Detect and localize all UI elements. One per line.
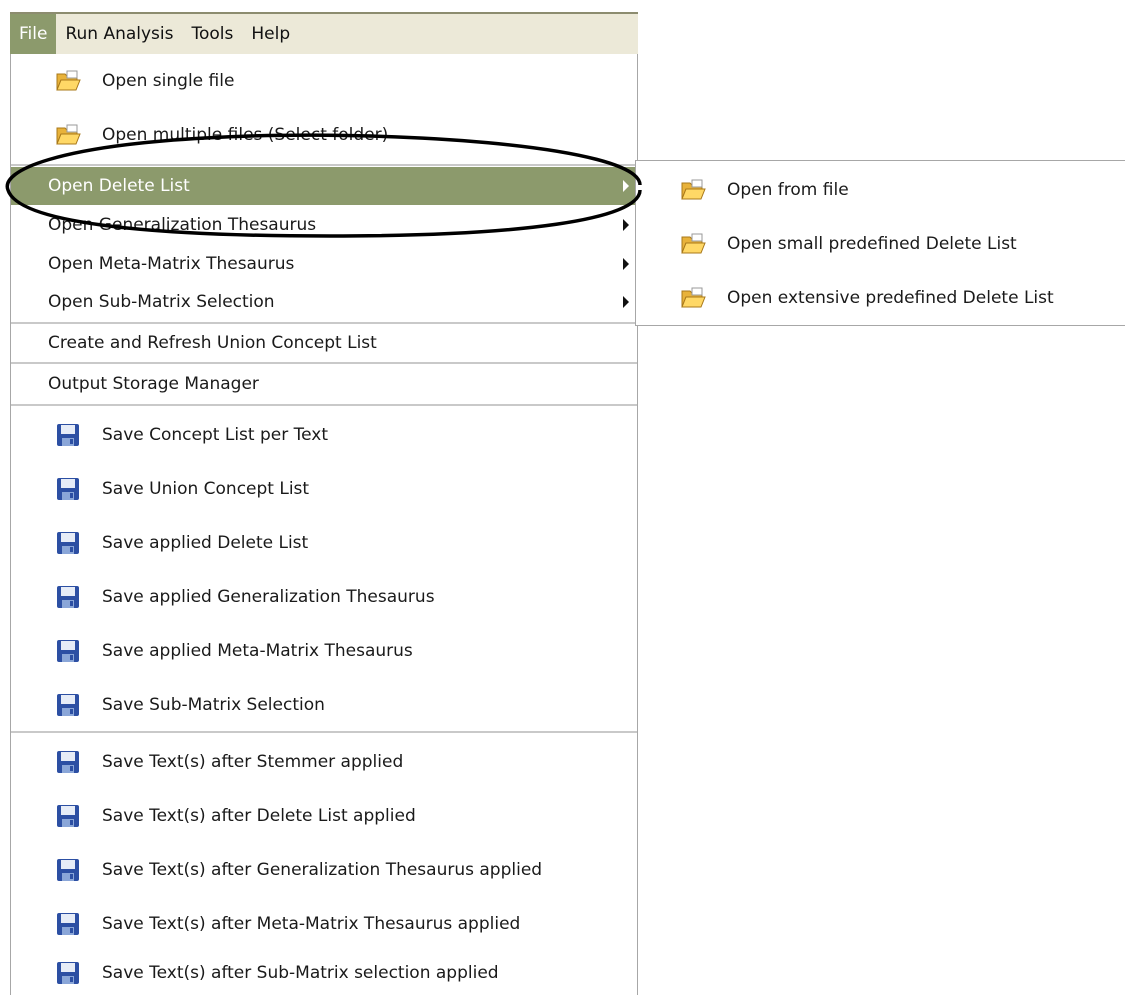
menu-separator (11, 404, 637, 406)
floppy-disk-icon (55, 692, 81, 718)
menu-item-label: Save Text(s) after Meta-Matrix Thesaurus… (102, 914, 521, 934)
open-delete-list-item[interactable]: Open Delete List (11, 167, 637, 205)
folder-open-icon (680, 231, 706, 257)
menu-item-label: Open Sub-Matrix Selection (48, 292, 275, 312)
folder-open-icon (55, 68, 81, 94)
create-union-concept-list-item[interactable]: Create and Refresh Union Concept List (11, 324, 637, 362)
floppy-disk-icon (55, 638, 81, 664)
menu-help[interactable]: Help (242, 14, 299, 54)
floppy-disk-icon (55, 911, 81, 937)
save-text-after-meta-matrix-item[interactable]: Save Text(s) after Meta-Matrix Thesaurus… (11, 897, 637, 951)
menu-item-label: Save applied Delete List (102, 533, 309, 553)
menu-item-label: Save applied Generalization Thesaurus (102, 587, 435, 607)
save-applied-generalization-thesaurus-item[interactable]: Save applied Generalization Thesaurus (11, 570, 637, 624)
menu-item-label: Open multiple files (Select folder) (102, 125, 389, 145)
menu-item-label: Save Text(s) after Delete List applied (102, 806, 416, 826)
menu-item-label: Open small predefined Delete List (727, 234, 1017, 254)
save-union-concept-list-item[interactable]: Save Union Concept List (11, 462, 637, 516)
menu-item-label: Save Text(s) after Stemmer applied (102, 752, 404, 772)
menu-file[interactable]: File (10, 14, 57, 54)
menu-tools[interactable]: Tools (183, 14, 243, 54)
menu-item-label: Save Union Concept List (102, 479, 310, 499)
save-concept-list-per-text-item[interactable]: Save Concept List per Text (11, 408, 637, 462)
floppy-disk-icon (55, 803, 81, 829)
menu-separator (11, 164, 637, 166)
submenu-arrow-icon (623, 180, 629, 192)
open-from-file-item[interactable]: Open from file (636, 163, 1125, 217)
open-sub-matrix-selection-item[interactable]: Open Sub-Matrix Selection (11, 283, 637, 321)
menu-item-label: Open Generalization Thesaurus (48, 215, 317, 235)
open-multiple-files-item[interactable]: Open multiple files (Select folder) (11, 108, 637, 162)
submenu-arrow-icon (623, 219, 629, 231)
save-text-after-generalization-item[interactable]: Save Text(s) after Generalization Thesau… (11, 843, 637, 897)
file-menu-dropdown: Open single file Open multiple files (Se… (10, 54, 638, 995)
menu-separator (11, 731, 637, 733)
floppy-disk-icon (55, 530, 81, 556)
menu-item-label: Save applied Meta-Matrix Thesaurus (102, 641, 413, 661)
menu-item-label: Save Sub-Matrix Selection (102, 695, 325, 715)
floppy-disk-icon (55, 960, 81, 986)
folder-open-icon (680, 285, 706, 311)
menu-item-label: Open Meta-Matrix Thesaurus (48, 254, 295, 274)
menu-item-label: Open Delete List (48, 176, 190, 196)
save-text-after-stemmer-item[interactable]: Save Text(s) after Stemmer applied (11, 735, 637, 789)
menu-item-label: Save Text(s) after Generalization Thesau… (102, 860, 543, 880)
floppy-disk-icon (55, 584, 81, 610)
floppy-disk-icon (55, 476, 81, 502)
save-text-after-sub-matrix-item[interactable]: Save Text(s) after Sub-Matrix selection … (11, 951, 637, 995)
open-single-file-item[interactable]: Open single file (11, 54, 637, 108)
open-extensive-predefined-delete-list-item[interactable]: Open extensive predefined Delete List (636, 271, 1125, 325)
menu-item-label: Open extensive predefined Delete List (727, 288, 1054, 308)
open-small-predefined-delete-list-item[interactable]: Open small predefined Delete List (636, 217, 1125, 271)
open-generalization-thesaurus-item[interactable]: Open Generalization Thesaurus (11, 205, 637, 245)
menu-item-label: Open single file (102, 71, 235, 91)
menu-item-label: Create and Refresh Union Concept List (48, 333, 377, 353)
save-text-after-delete-list-item[interactable]: Save Text(s) after Delete List applied (11, 789, 637, 843)
submenu-arrow-icon (623, 258, 629, 270)
open-meta-matrix-thesaurus-item[interactable]: Open Meta-Matrix Thesaurus (11, 245, 637, 283)
folder-open-icon (55, 122, 81, 148)
save-sub-matrix-selection-item[interactable]: Save Sub-Matrix Selection (11, 678, 637, 732)
submenu-arrow-icon (623, 296, 629, 308)
save-applied-delete-list-item[interactable]: Save applied Delete List (11, 516, 637, 570)
floppy-disk-icon (55, 422, 81, 448)
output-storage-manager-item[interactable]: Output Storage Manager (11, 364, 637, 404)
delete-list-submenu: Open from file Open small predefined Del… (635, 160, 1125, 326)
menu-item-label: Open from file (727, 180, 849, 200)
floppy-disk-icon (55, 749, 81, 775)
menubar: File Run Analysis Tools Help (10, 12, 638, 54)
menu-item-label: Save Text(s) after Sub-Matrix selection … (102, 963, 499, 983)
menu-item-label: Output Storage Manager (48, 374, 259, 394)
folder-open-icon (680, 177, 706, 203)
save-applied-meta-matrix-thesaurus-item[interactable]: Save applied Meta-Matrix Thesaurus (11, 624, 637, 678)
floppy-disk-icon (55, 857, 81, 883)
menu-item-label: Save Concept List per Text (102, 425, 328, 445)
menu-run-analysis[interactable]: Run Analysis (56, 14, 182, 54)
